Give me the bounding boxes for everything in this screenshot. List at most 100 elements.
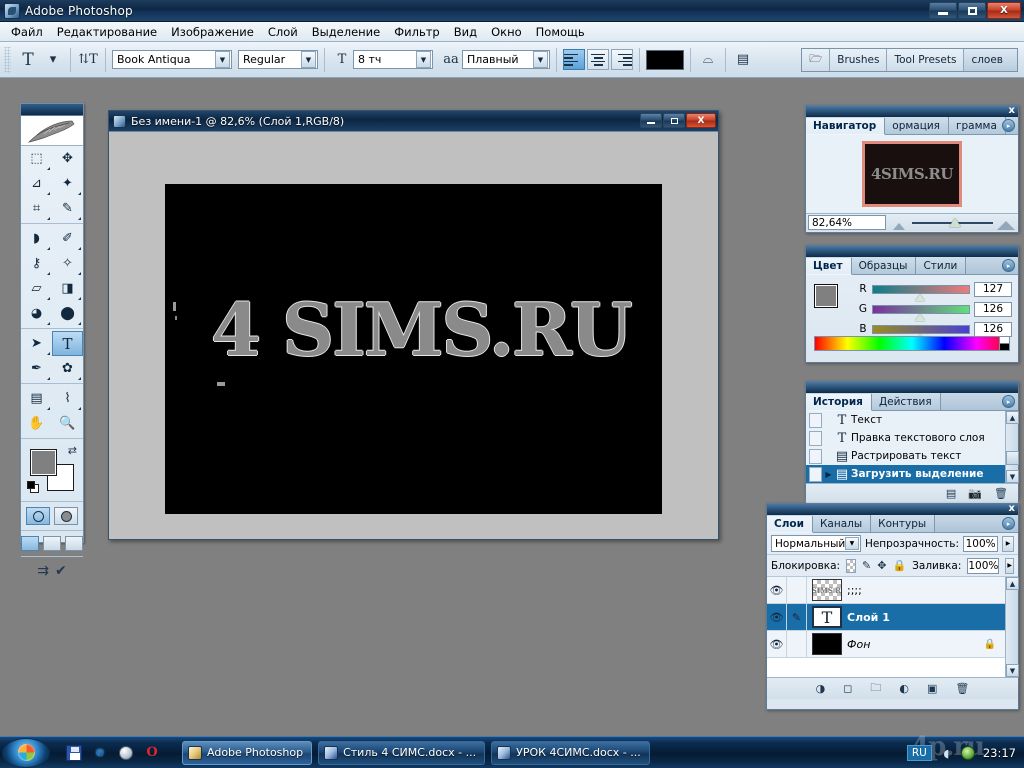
lock-image-icon[interactable]: ✎ <box>862 559 871 573</box>
tab-info[interactable]: ормация <box>885 117 949 134</box>
fill-input[interactable]: 100% <box>967 557 1000 574</box>
history-item[interactable]: T Текст <box>806 411 1018 429</box>
new-layer-icon[interactable]: ▣ <box>927 682 937 695</box>
panel-drag-handle[interactable] <box>806 382 1018 393</box>
new-group-icon[interactable]: 🗀 <box>870 679 881 698</box>
link-icon[interactable] <box>787 631 807 657</box>
channel-value-g[interactable]: 126 <box>974 301 1012 317</box>
link-icon[interactable] <box>787 577 807 603</box>
font-style-select[interactable]: Regular ▼ <box>238 50 318 69</box>
task-button-word-1[interactable]: Стиль 4 СИМС.docx - ... <box>318 740 486 765</box>
adjustment-layer-icon[interactable]: ◐ <box>899 682 909 695</box>
tool-lasso[interactable]: ⊿ <box>21 171 52 196</box>
internet-explorer-icon[interactable]: e <box>92 745 108 761</box>
chevron-down-icon[interactable]: ▼ <box>844 537 859 550</box>
palette-tab-tool-presets[interactable]: Tool Presets <box>887 49 965 71</box>
opacity-stepper[interactable]: ▶ <box>1002 535 1014 552</box>
layer-name[interactable]: ;;;; <box>847 584 1018 597</box>
standard-screen-mode-button[interactable] <box>21 536 39 551</box>
type-tool-icon[interactable]: T <box>14 47 42 73</box>
task-button-photoshop[interactable]: Adobe Photoshop <box>182 740 313 765</box>
panel-menu-icon[interactable]: ▸ <box>1002 119 1015 132</box>
layer-row-selected[interactable]: 👁 ✎ T Слой 1 <box>767 604 1018 631</box>
channel-slider-g[interactable] <box>872 304 970 321</box>
layer-thumbnail[interactable] <box>812 633 842 655</box>
tab-layers[interactable]: Слои <box>767 516 813 533</box>
foreground-color-swatch[interactable] <box>814 284 838 308</box>
minimize-button[interactable] <box>929 2 957 19</box>
tool-eyedropper[interactable]: ⌇ <box>52 386 83 411</box>
zoom-slider[interactable] <box>912 216 993 230</box>
tab-history[interactable]: История <box>806 394 872 411</box>
language-indicator[interactable]: RU <box>906 745 932 761</box>
channel-value-r[interactable]: 127 <box>974 281 1012 297</box>
tab-histogram[interactable]: грамма <box>949 117 1006 134</box>
jump-to-imageready-icon[interactable]: ⇉ <box>37 563 49 579</box>
quick-mask-mode-button[interactable] <box>54 507 78 525</box>
panel-menu-icon[interactable]: ▸ <box>1002 517 1015 530</box>
tool-rectangular-marquee[interactable]: ⬚ <box>21 146 52 171</box>
layer-name[interactable]: Фон <box>847 638 984 651</box>
panel-drag-handle[interactable]: x <box>806 105 1018 117</box>
menu-select[interactable]: Выделение <box>305 23 388 41</box>
warp-text-icon[interactable]: ⌓ <box>697 49 719 71</box>
scroll-up-icon[interactable]: ▲ <box>1006 577 1019 590</box>
tab-paths[interactable]: Контуры <box>871 515 936 532</box>
close-icon[interactable]: x <box>1009 503 1015 514</box>
text-color-swatch[interactable] <box>646 49 684 70</box>
lock-all-icon[interactable]: 🔒 <box>892 559 906 573</box>
tool-blur[interactable]: ◕ <box>21 301 52 326</box>
channel-slider-b[interactable] <box>872 324 970 341</box>
blend-mode-select[interactable]: Нормальный ▼ <box>771 535 861 552</box>
chevron-down-icon[interactable]: ▼ <box>416 51 431 68</box>
history-item[interactable]: T Правка текстового слоя <box>806 429 1018 447</box>
palette-tab-layer-comps[interactable]: слоев <box>964 49 1017 71</box>
opacity-input[interactable]: 100% <box>963 535 999 552</box>
layer-style-icon[interactable]: ◑ <box>816 682 826 695</box>
panel-drag-handle[interactable]: x <box>767 503 1018 515</box>
tool-history-brush[interactable]: ✧ <box>52 251 83 276</box>
network-icon[interactable]: ◖ <box>939 746 954 761</box>
history-source-checkbox[interactable] <box>809 466 822 482</box>
history-item-selected[interactable]: ▶ ▤ Загрузить выделение <box>806 465 1018 483</box>
layer-row[interactable]: 👁 4SIMS.RU ;;;; <box>767 577 1018 604</box>
menu-edit[interactable]: Редактирование <box>50 23 164 41</box>
tab-color[interactable]: Цвет <box>806 258 852 275</box>
new-document-from-state-icon[interactable]: ▤ <box>946 487 956 500</box>
eye-icon[interactable]: 👁 <box>767 631 787 657</box>
foreground-color-swatch[interactable] <box>30 449 57 476</box>
tool-brush[interactable]: ✐ <box>52 226 83 251</box>
zoom-out-icon[interactable] <box>889 216 909 230</box>
standard-mode-button[interactable] <box>26 507 50 525</box>
history-item[interactable]: ▤ Растрировать текст <box>806 447 1018 465</box>
menu-filter[interactable]: Фильтр <box>387 23 447 41</box>
tab-channels[interactable]: Каналы <box>812 515 872 532</box>
globe-icon[interactable] <box>118 745 134 761</box>
align-right-button[interactable] <box>611 49 633 70</box>
delete-state-icon[interactable]: 🗑 <box>994 487 1008 500</box>
zoom-in-icon[interactable] <box>996 216 1016 230</box>
layer-mask-icon[interactable]: ◻ <box>843 682 852 695</box>
font-size-select[interactable]: 8 тч ▼ <box>353 50 433 69</box>
document-close-button[interactable]: X <box>686 113 716 128</box>
options-bar-grip[interactable] <box>4 46 11 73</box>
tool-healing-brush[interactable]: ◗ <box>21 226 52 251</box>
full-screen-menubar-button[interactable] <box>43 536 61 551</box>
link-icon[interactable]: ✎ <box>787 604 807 630</box>
tool-preset-chevron-down-icon[interactable]: ▾ <box>42 49 64 71</box>
save-icon[interactable] <box>66 744 82 761</box>
tool-dodge[interactable]: ⬤ <box>52 301 83 326</box>
scroll-down-icon[interactable]: ▼ <box>1006 470 1019 483</box>
default-colors-icon[interactable] <box>27 481 39 493</box>
eye-icon[interactable]: 👁 <box>767 577 787 603</box>
opera-icon[interactable]: O <box>144 745 160 761</box>
character-panel-icon[interactable]: ▤ <box>732 49 754 71</box>
document-minimize-button[interactable] <box>640 113 662 128</box>
layer-thumbnail[interactable]: T <box>812 606 842 628</box>
layer-row[interactable]: 👁 Фон 🔒 <box>767 631 1018 658</box>
history-source-checkbox[interactable] <box>809 412 822 428</box>
align-center-button[interactable] <box>587 49 609 70</box>
scroll-up-icon[interactable]: ▲ <box>1006 411 1019 424</box>
text-orientation-icon[interactable]: ⇅T <box>77 49 99 71</box>
palette-tab-brushes[interactable]: Brushes <box>830 49 888 71</box>
